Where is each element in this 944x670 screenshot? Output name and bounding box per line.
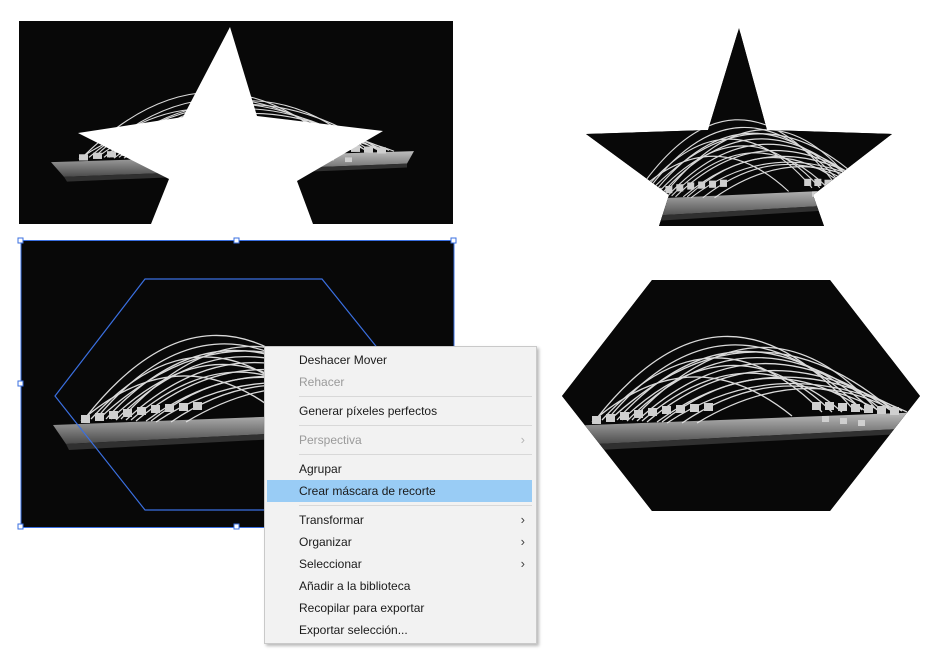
hexagon-clipped-image[interactable] [562, 280, 920, 511]
menu-item-rehacer[interactable]: Rehacer [267, 371, 532, 393]
resize-handle-top-right[interactable] [450, 237, 457, 244]
menu-item-label: Seleccionar [299, 557, 362, 571]
menu-item-agrupar[interactable]: Agrupar [267, 458, 532, 480]
menu-item-label: Generar píxeles perfectos [299, 404, 438, 418]
menu-item-label: Recopilar para exportar [299, 601, 425, 615]
menu-item-organizar[interactable]: Organizar › [267, 531, 532, 553]
menu-item-label: Exportar selección... [299, 623, 408, 637]
star-clipped-image[interactable] [586, 28, 892, 226]
resize-handle-bottom-left[interactable] [17, 523, 24, 530]
menu-separator [299, 505, 532, 506]
menu-item-crear-mascara-de-recorte[interactable]: Crear máscara de recorte [267, 480, 532, 502]
resize-handle-top-left[interactable] [17, 237, 24, 244]
menu-item-perspectiva[interactable]: Perspectiva › [267, 429, 532, 451]
bridge-image-with-star[interactable] [19, 21, 453, 224]
menu-item-label: Añadir a la biblioteca [299, 579, 411, 593]
menu-item-label: Agrupar [299, 462, 342, 476]
resize-handle-bottom[interactable] [233, 523, 240, 530]
menu-item-label: Organizar [299, 535, 352, 549]
menu-separator [299, 454, 532, 455]
menu-separator [299, 425, 532, 426]
menu-item-exportar-seleccion[interactable]: Exportar selección... [267, 619, 532, 641]
menu-item-recopilar-para-exportar[interactable]: Recopilar para exportar [267, 597, 532, 619]
menu-item-generar-pixeles-perfectos[interactable]: Generar píxeles perfectos [267, 400, 532, 422]
chevron-right-icon: › [520, 512, 525, 527]
menu-item-anadir-a-la-biblioteca[interactable]: Añadir a la biblioteca [267, 575, 532, 597]
menu-item-label: Perspectiva [299, 433, 362, 447]
menu-item-label: Deshacer Mover [299, 353, 388, 367]
menu-item-label: Transformar [299, 513, 364, 527]
chevron-right-icon: › [520, 534, 525, 549]
menu-item-label: Rehacer [299, 375, 345, 389]
resize-handle-left[interactable] [17, 380, 24, 387]
menu-separator [299, 396, 532, 397]
chevron-right-icon: › [520, 432, 525, 447]
chevron-right-icon: › [520, 556, 525, 571]
context-menu: Deshacer Mover Rehacer Generar píxeles p… [264, 346, 537, 644]
menu-item-transformar[interactable]: Transformar › [267, 509, 532, 531]
menu-item-label: Crear máscara de recorte [299, 484, 436, 498]
menu-item-seleccionar[interactable]: Seleccionar › [267, 553, 532, 575]
menu-item-deshacer-mover[interactable]: Deshacer Mover [267, 349, 532, 371]
resize-handle-top[interactable] [233, 237, 240, 244]
